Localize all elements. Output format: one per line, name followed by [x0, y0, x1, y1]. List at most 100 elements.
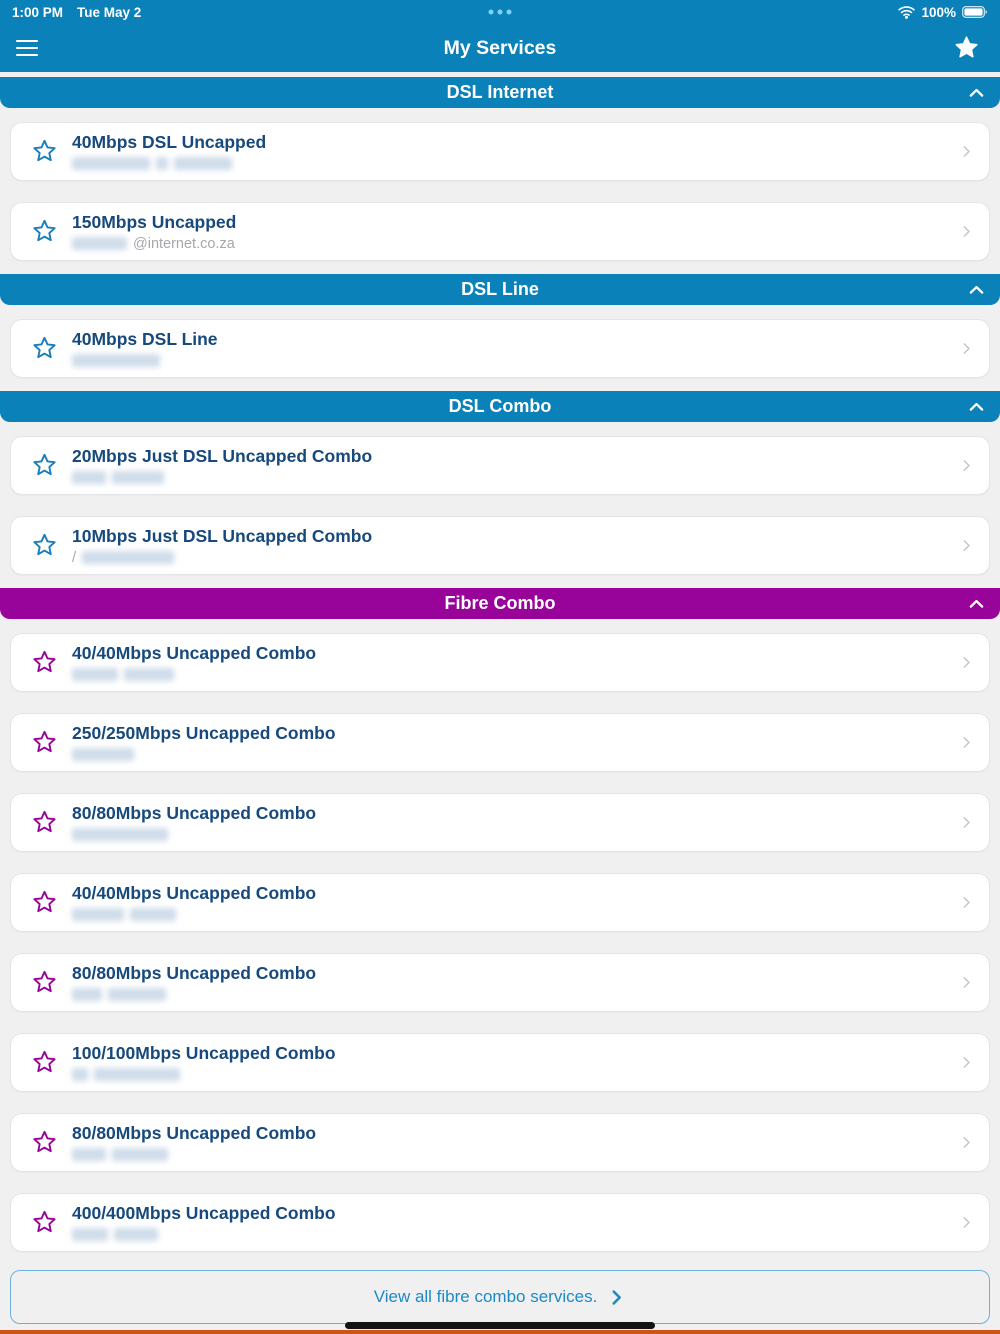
service-subtitle	[72, 667, 958, 683]
favorite-star-icon[interactable]	[31, 1209, 58, 1236]
service-title: 150Mbps Uncapped	[72, 211, 237, 232]
redacted-text	[156, 157, 168, 170]
redacted-text	[114, 1228, 158, 1241]
redacted-text	[72, 471, 106, 484]
service-title: 40Mbps DSL Line	[72, 328, 218, 349]
service-subtitle: /	[72, 550, 958, 566]
section-title: Fibre Combo	[444, 593, 556, 613]
service-subtitle	[72, 470, 958, 486]
service-text: 40/40Mbps Uncapped Combo	[72, 883, 958, 923]
service-text: 100/100Mbps Uncapped Combo	[72, 1043, 958, 1083]
view-all-label: View all fibre combo services.	[373, 1287, 598, 1306]
service-title: 40/40Mbps Uncapped Combo	[72, 882, 317, 903]
service-title: 400/400Mbps Uncapped Combo	[72, 1202, 336, 1223]
chevron-up-icon[interactable]	[966, 279, 987, 300]
service-text: 250/250Mbps Uncapped Combo	[72, 723, 958, 763]
chevron-right-icon	[958, 894, 975, 911]
menu-icon[interactable]	[16, 39, 38, 57]
favorite-star-icon[interactable]	[31, 809, 58, 836]
service-card-80-80mbps-uncapped-combo[interactable]: 80/80Mbps Uncapped Combo	[10, 793, 990, 852]
sections: DSL Internet 40Mbps DSL Uncapped 150Mbps U…	[0, 77, 1000, 1252]
service-title: 80/80Mbps Uncapped Combo	[72, 1122, 317, 1143]
page-title: My Services	[443, 36, 557, 59]
redacted-text	[112, 1148, 168, 1161]
service-subtitle: @internet.co.za	[72, 236, 958, 252]
service-card-400-400mbps-uncapped-combo[interactable]: 400/400Mbps Uncapped Combo	[10, 1193, 990, 1252]
service-text: 20Mbps Just DSL Uncapped Combo	[72, 446, 958, 486]
chevron-up-icon[interactable]	[966, 396, 987, 417]
redacted-text	[72, 1148, 106, 1161]
chevron-right-icon	[958, 1214, 975, 1231]
chevron-up-icon[interactable]	[966, 82, 987, 103]
favorite-star-icon[interactable]	[31, 729, 58, 756]
favorite-star-icon[interactable]	[31, 452, 58, 479]
service-card-40mbps-dsl-line[interactable]: 40Mbps DSL Line	[10, 319, 990, 378]
redacted-text	[72, 828, 168, 841]
section-header-dsl-combo[interactable]: DSL Combo	[0, 391, 1000, 422]
favorite-star-icon[interactable]	[31, 335, 58, 362]
service-text: 40Mbps DSL Uncapped	[72, 132, 958, 172]
service-subtitle	[72, 827, 958, 843]
favorite-star-icon[interactable]	[31, 1049, 58, 1076]
service-card-100-100mbps-uncapped-combo[interactable]: 100/100Mbps Uncapped Combo	[10, 1033, 990, 1092]
service-title: 80/80Mbps Uncapped Combo	[72, 962, 317, 983]
chevron-right-icon	[958, 340, 975, 357]
redacted-text	[174, 157, 232, 170]
chevron-right-icon	[958, 814, 975, 831]
section-header-dsl-line[interactable]: DSL Line	[0, 274, 1000, 305]
service-card-40-40mbps-uncapped-combo[interactable]: 40/40Mbps Uncapped Combo	[10, 873, 990, 932]
favorites-star-icon[interactable]	[953, 35, 980, 62]
service-text: 80/80Mbps Uncapped Combo	[72, 803, 958, 843]
service-text: 150Mbps Uncapped @internet.co.za	[72, 212, 958, 252]
section-header-dsl-internet[interactable]: DSL Internet	[0, 77, 1000, 108]
service-title: 100/100Mbps Uncapped Combo	[72, 1042, 336, 1063]
redacted-text	[112, 471, 164, 484]
service-text: 400/400Mbps Uncapped Combo	[72, 1203, 958, 1243]
favorite-star-icon[interactable]	[31, 138, 58, 165]
redacted-text	[72, 237, 127, 250]
chevron-right-icon	[958, 1134, 975, 1151]
section-title: DSL Internet	[446, 82, 554, 102]
service-card-150mbps-uncapped[interactable]: 150Mbps Uncapped @internet.co.za	[10, 202, 990, 261]
chevron-right-icon	[958, 457, 975, 474]
service-text: 80/80Mbps Uncapped Combo	[72, 1123, 958, 1163]
service-card-40-40mbps-uncapped-combo[interactable]: 40/40Mbps Uncapped Combo	[10, 633, 990, 692]
favorite-star-icon[interactable]	[31, 218, 58, 245]
subtitle-text: /	[72, 549, 77, 566]
service-card-250-250mbps-uncapped-combo[interactable]: 250/250Mbps Uncapped Combo	[10, 713, 990, 772]
section-title: DSL Line	[461, 279, 539, 299]
section-title: DSL Combo	[448, 396, 552, 416]
chevron-right-icon	[958, 1054, 975, 1071]
redacted-text	[72, 988, 102, 1001]
service-title: 40/40Mbps Uncapped Combo	[72, 642, 317, 663]
redacted-text	[72, 908, 124, 921]
home-indicator[interactable]	[345, 1322, 655, 1329]
favorite-star-icon[interactable]	[31, 532, 58, 559]
favorite-star-icon[interactable]	[31, 889, 58, 916]
section-header-fibre-combo[interactable]: Fibre Combo	[0, 588, 1000, 619]
service-title: 20Mbps Just DSL Uncapped Combo	[72, 445, 373, 466]
favorite-star-icon[interactable]	[31, 649, 58, 676]
service-card-40mbps-dsl-uncapped[interactable]: 40Mbps DSL Uncapped	[10, 122, 990, 181]
view-all-fibre-button[interactable]: View all fibre combo services.	[10, 1270, 990, 1324]
service-card-10mbps-just-dsl-uncapped-combo[interactable]: 10Mbps Just DSL Uncapped Combo /	[10, 516, 990, 575]
service-text: 40/40Mbps Uncapped Combo	[72, 643, 958, 683]
service-card-80-80mbps-uncapped-combo[interactable]: 80/80Mbps Uncapped Combo	[10, 953, 990, 1012]
redacted-text	[72, 354, 160, 367]
service-card-80-80mbps-uncapped-combo[interactable]: 80/80Mbps Uncapped Combo	[10, 1113, 990, 1172]
chevron-right-icon	[958, 974, 975, 991]
chevron-up-icon[interactable]	[966, 593, 987, 614]
redacted-text	[72, 1228, 108, 1241]
status-time: 1:00 PM	[12, 4, 64, 20]
wifi-icon	[898, 5, 916, 19]
service-subtitle	[72, 747, 958, 763]
service-card-20mbps-just-dsl-uncapped-combo[interactable]: 20Mbps Just DSL Uncapped Combo	[10, 436, 990, 495]
chevron-right-icon	[958, 143, 975, 160]
favorite-star-icon[interactable]	[31, 969, 58, 996]
chevron-right-icon	[958, 654, 975, 671]
service-subtitle	[72, 1227, 958, 1243]
favorite-star-icon[interactable]	[31, 1129, 58, 1156]
chevron-right-icon	[958, 223, 975, 240]
chevron-right-icon	[958, 734, 975, 751]
service-title: 10Mbps Just DSL Uncapped Combo	[72, 525, 373, 546]
